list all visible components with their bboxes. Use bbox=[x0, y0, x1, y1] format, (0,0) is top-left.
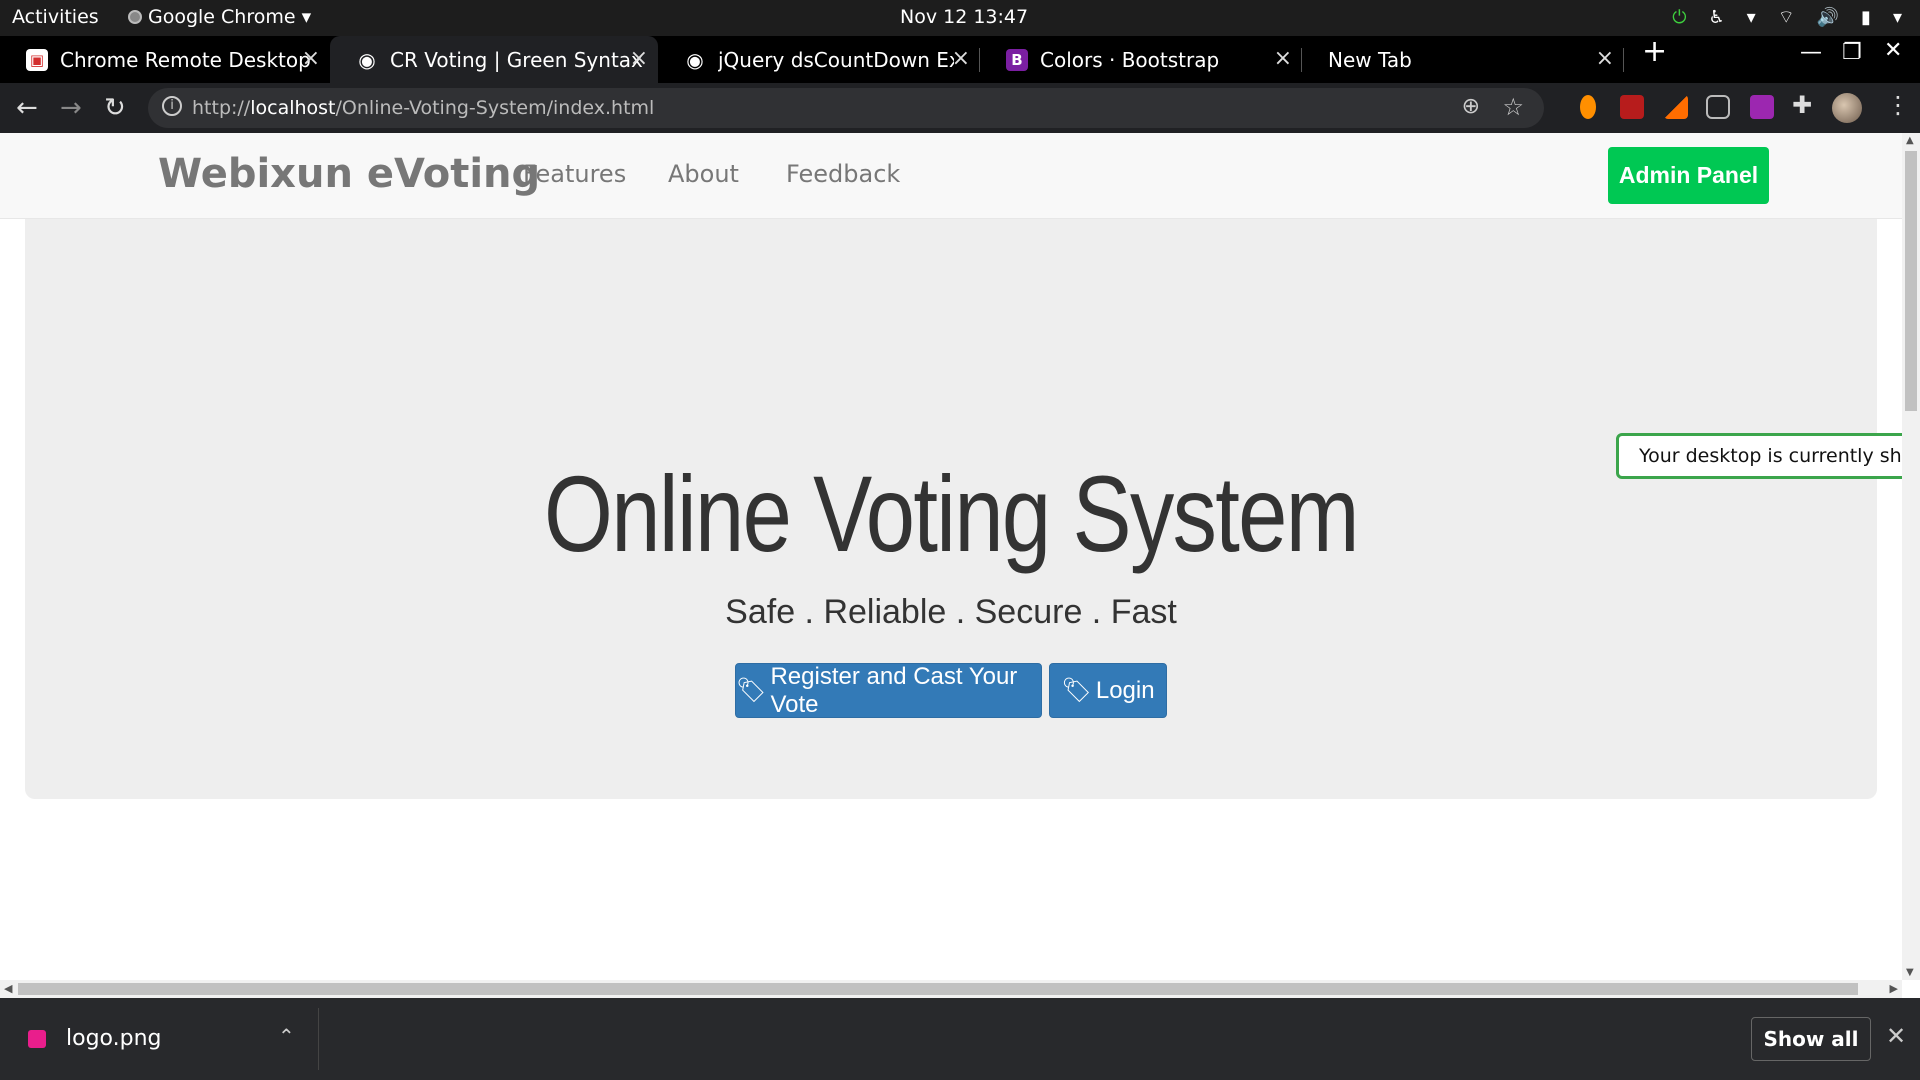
nav-about[interactable]: About bbox=[668, 160, 739, 188]
onenote-icon[interactable] bbox=[1750, 95, 1774, 119]
caret-down-icon[interactable]: ▾ bbox=[1893, 7, 1902, 28]
caret-down-icon[interactable]: ▾ bbox=[1747, 7, 1756, 28]
app-menu[interactable]: Google Chrome ▾ bbox=[128, 6, 311, 28]
close-icon[interactable]: × bbox=[1596, 46, 1614, 71]
close-icon[interactable]: × bbox=[1274, 46, 1292, 71]
app-name: Google Chrome bbox=[148, 6, 296, 28]
activities-button[interactable]: Activities bbox=[12, 6, 99, 28]
tab-title: CR Voting | Green Syntax bbox=[390, 47, 643, 72]
new-tab-button[interactable]: + bbox=[1642, 34, 1667, 69]
accessibility-icon[interactable]: ♿ bbox=[1709, 7, 1725, 28]
tag-icon: 🏷 bbox=[736, 677, 767, 704]
login-label: Login bbox=[1095, 676, 1155, 704]
hero-title: Online Voting System bbox=[544, 453, 1360, 574]
horizontal-scrollbar[interactable]: ◀ ▶ bbox=[0, 980, 1902, 998]
window-close-icon[interactable]: ✕ bbox=[1884, 38, 1902, 63]
tab-colors-bootstrap[interactable]: B Colors · Bootstrap × bbox=[980, 36, 1302, 83]
bookmark-star-icon[interactable]: ☆ bbox=[1502, 93, 1524, 121]
remote-desktop-status-icon[interactable]: ⏻ bbox=[1672, 7, 1686, 28]
desktop-shared-notice[interactable]: Your desktop is currently shared bbox=[1616, 433, 1902, 479]
pocket-icon[interactable] bbox=[1706, 95, 1730, 119]
close-icon[interactable]: ✕ bbox=[1886, 1022, 1906, 1050]
vertical-scrollbar[interactable]: ▲ ▼ bbox=[1902, 133, 1920, 980]
close-icon[interactable]: × bbox=[630, 46, 648, 71]
caret-down-icon: ▾ bbox=[301, 6, 312, 28]
close-icon[interactable]: × bbox=[302, 46, 320, 71]
volume-icon[interactable]: 🔊 bbox=[1817, 7, 1839, 28]
restore-icon[interactable]: ❐ bbox=[1842, 40, 1862, 65]
address-bar[interactable]: i http://localhost/Online-Voting-System/… bbox=[148, 88, 1544, 128]
menu-kebab-icon[interactable]: ⋮ bbox=[1886, 91, 1910, 119]
address-url[interactable]: http://localhost/Online-Voting-System/in… bbox=[192, 97, 654, 119]
scroll-down-icon[interactable]: ▼ bbox=[1906, 967, 1914, 978]
scroll-right-icon[interactable]: ▶ bbox=[1890, 982, 1898, 995]
minimize-icon[interactable]: — bbox=[1800, 40, 1822, 65]
scroll-left-icon[interactable]: ◀ bbox=[4, 982, 12, 995]
remote-desktop-icon: ▣ bbox=[26, 48, 48, 71]
tab-jquery-dscountdown[interactable]: ◉ jQuery dsCountDown Exa × bbox=[658, 36, 980, 83]
scroll-up-icon[interactable]: ▲ bbox=[1906, 135, 1914, 146]
extension-flag-icon[interactable] bbox=[1664, 95, 1688, 119]
tab-new-tab[interactable]: New Tab × bbox=[1302, 36, 1624, 83]
wifi-icon[interactable]: ⌔ bbox=[1778, 6, 1795, 29]
extensions-puzzle-icon[interactable]: ✚ bbox=[1792, 91, 1812, 119]
clock[interactable]: Nov 12 13:47 bbox=[900, 6, 1028, 28]
tab-title: Colors · Bootstrap bbox=[1040, 47, 1220, 72]
back-icon[interactable]: ← bbox=[16, 93, 38, 123]
globe-icon: ◉ bbox=[358, 47, 376, 72]
download-item-name[interactable]: logo.png bbox=[66, 1026, 161, 1051]
battery-icon[interactable]: ▮ bbox=[1861, 7, 1871, 28]
shelf-separator bbox=[318, 1008, 319, 1070]
zoom-icon[interactable]: ⊕ bbox=[1462, 94, 1480, 119]
site-navbar: Webixun eVoting Features About Feedback … bbox=[0, 133, 1902, 219]
nav-features[interactable]: Features bbox=[523, 160, 626, 188]
chrome-icon bbox=[128, 10, 142, 24]
extension-orange-icon[interactable] bbox=[1580, 95, 1596, 119]
tab-strip: ▣ Chrome Remote Desktop × ◉ CR Voting | … bbox=[0, 34, 1920, 83]
chevron-up-icon[interactable]: ⌃ bbox=[278, 1024, 295, 1048]
bootstrap-icon: B bbox=[1006, 48, 1028, 71]
tab-cr-voting[interactable]: ◉ CR Voting | Green Syntax × bbox=[330, 36, 658, 83]
browser-toolbar: ← → ↻ i http://localhost/Online-Voting-S… bbox=[0, 83, 1920, 133]
reload-icon[interactable]: ↻ bbox=[104, 93, 126, 123]
close-icon[interactable]: × bbox=[952, 46, 970, 71]
tag-icon: 🏷 bbox=[1061, 677, 1092, 704]
tab-title: New Tab bbox=[1328, 47, 1412, 72]
web-page: Webixun eVoting Features About Feedback … bbox=[0, 133, 1902, 980]
register-vote-label: Register and Cast Your Vote bbox=[770, 662, 1018, 718]
forward-icon[interactable]: → bbox=[60, 93, 82, 123]
tab-title: Chrome Remote Desktop bbox=[60, 47, 311, 72]
system-top-bar: Activities Google Chrome ▾ Nov 12 13:47 … bbox=[0, 0, 1920, 36]
login-button[interactable]: 🏷 Login bbox=[1049, 663, 1167, 718]
hero-jumbotron: Online Voting System Safe . Reliable . S… bbox=[25, 219, 1877, 799]
horizontal-scroll-thumb[interactable] bbox=[18, 983, 1858, 995]
image-file-icon bbox=[28, 1030, 46, 1048]
globe-icon: ◉ bbox=[686, 47, 704, 72]
admin-panel-button[interactable]: Admin Panel bbox=[1608, 147, 1769, 204]
tab-separator bbox=[1623, 48, 1624, 72]
vertical-scroll-thumb[interactable] bbox=[1905, 151, 1917, 411]
site-brand[interactable]: Webixun eVoting bbox=[158, 151, 540, 197]
tab-title: jQuery dsCountDown Exa bbox=[718, 47, 954, 72]
show-all-button[interactable]: Show all bbox=[1751, 1017, 1871, 1061]
tab-chrome-remote-desktop[interactable]: ▣ Chrome Remote Desktop × bbox=[0, 36, 330, 83]
register-vote-button[interactable]: 🏷 Register and Cast Your Vote bbox=[735, 663, 1042, 718]
info-icon[interactable]: i bbox=[162, 96, 182, 116]
download-shelf: logo.png ⌃ Show all ✕ bbox=[0, 998, 1920, 1080]
nav-feedback[interactable]: Feedback bbox=[786, 160, 900, 188]
extension-red-icon[interactable] bbox=[1620, 95, 1644, 119]
hero-subtitle: Safe . Reliable . Secure . Fast bbox=[725, 593, 1177, 631]
profile-avatar[interactable] bbox=[1832, 93, 1862, 123]
system-tray[interactable]: ⏻ ♿ ▾ ⌔ 🔊 ▮ ▾ bbox=[1672, 6, 1902, 29]
